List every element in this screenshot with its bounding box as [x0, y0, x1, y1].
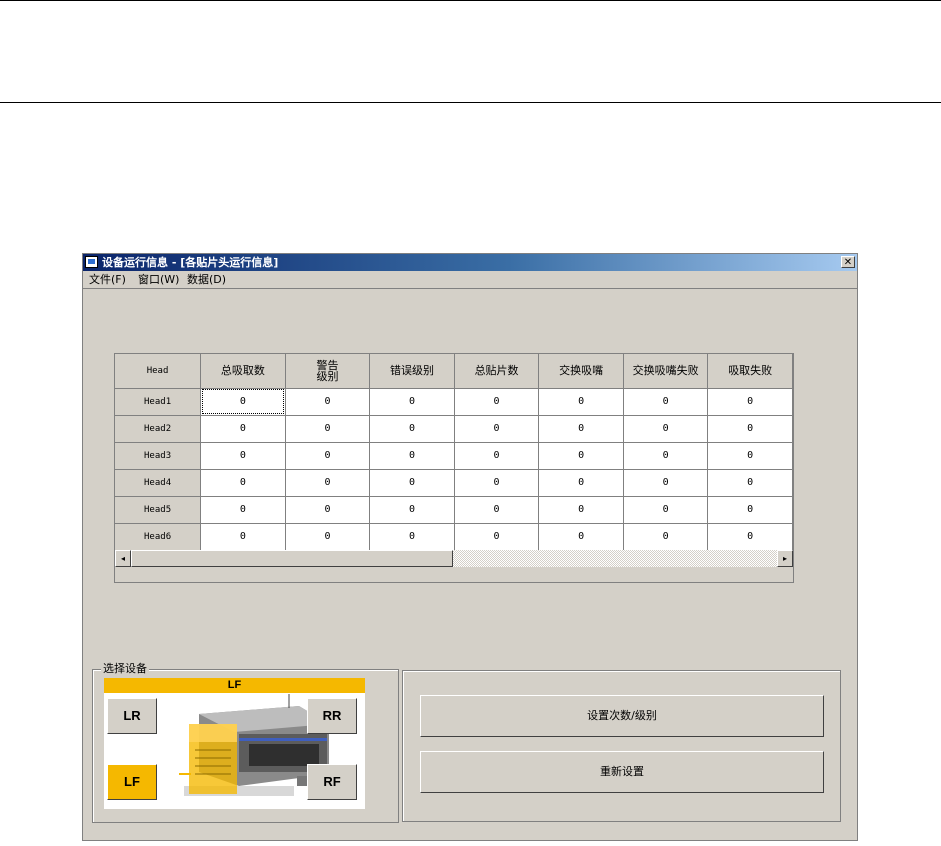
row-header-head1: Head1 — [115, 388, 202, 416]
row-header-head5: Head5 — [115, 496, 202, 524]
scroll-right-button[interactable]: ▸ — [777, 550, 793, 567]
table-cell[interactable]: 0 — [285, 388, 371, 416]
table-cell[interactable]: 0 — [285, 523, 371, 551]
table-cell[interactable]: 0 — [538, 523, 624, 551]
menu-file[interactable]: 文件(F) — [89, 271, 126, 288]
table-cell[interactable]: 0 — [200, 442, 286, 470]
title-bar[interactable]: 设备运行信息 - [各贴片头运行信息] ✕ — [83, 254, 857, 271]
table-row: Head5 0 0 0 0 0 0 0 — [115, 496, 793, 524]
device-select-panel: LF LR RR LF RF — [104, 678, 365, 809]
col-header-head: Head — [115, 354, 202, 389]
top-rule — [0, 0, 941, 1]
table-cell[interactable]: 0 — [623, 523, 709, 551]
table-cell[interactable]: 0 — [707, 442, 793, 470]
device-button-rr[interactable]: RR — [307, 698, 357, 734]
device-info-window: 设备运行信息 - [各贴片头运行信息] ✕ 文件(F) 窗口(W) 数据(D) … — [82, 253, 858, 841]
table-cell[interactable]: 0 — [538, 442, 624, 470]
table-cell[interactable]: 0 — [454, 496, 540, 524]
table-cell[interactable]: 0 — [285, 496, 371, 524]
window-title: 设备运行信息 - [各贴片头运行信息] — [102, 256, 279, 269]
row-header-head2: Head2 — [115, 415, 202, 443]
device-button-lf[interactable]: LF — [107, 764, 157, 800]
table-row: Head4 0 0 0 0 0 0 0 — [115, 469, 793, 497]
table-cell[interactable]: 0 — [538, 496, 624, 524]
table-cell[interactable]: 0 — [707, 523, 793, 551]
table-row: Head6 0 0 0 0 0 0 0 — [115, 523, 793, 551]
table-cell[interactable]: 0 — [369, 442, 455, 470]
table-cell[interactable]: 0 — [200, 415, 286, 443]
horizontal-scrollbar[interactable]: ◂ ▸ — [115, 550, 793, 567]
table-cell[interactable]: 0 — [707, 388, 793, 416]
table-cell[interactable]: 0 — [538, 388, 624, 416]
table-cell[interactable]: 0 — [623, 442, 709, 470]
table-cell[interactable]: 0 — [454, 388, 540, 416]
grid-header-row: Head 总吸取数 警告级别 错误级别 总贴片数 交换吸嘴 交换吸嘴失败 吸取失… — [115, 354, 793, 389]
table-cell[interactable]: 0 — [538, 469, 624, 497]
selected-device-banner: LF — [104, 678, 365, 693]
row-header-head4: Head4 — [115, 469, 202, 497]
col-header-error-level: 错误级别 — [369, 354, 455, 389]
table-cell[interactable]: 0 — [538, 415, 624, 443]
device-button-rf[interactable]: RF — [307, 764, 357, 800]
client-area: Head 总吸取数 警告级别 错误级别 总贴片数 交换吸嘴 交换吸嘴失败 吸取失… — [83, 288, 857, 840]
table-cell[interactable]: 0 — [707, 469, 793, 497]
table-cell[interactable]: 0 — [623, 415, 709, 443]
table-cell[interactable]: 0 — [369, 523, 455, 551]
table-cell[interactable]: 0 — [200, 388, 286, 416]
table-cell[interactable]: 0 — [707, 496, 793, 524]
table-cell[interactable]: 0 — [454, 442, 540, 470]
col-header-nozzle-change: 交换吸嘴 — [538, 354, 624, 389]
header-rule — [0, 102, 941, 103]
close-button[interactable]: ✕ — [841, 256, 855, 268]
table-cell[interactable]: 0 — [454, 523, 540, 551]
table-row: Head3 0 0 0 0 0 0 0 — [115, 442, 793, 470]
warning-level-label: 警告级别 — [316, 358, 339, 383]
table-cell[interactable]: 0 — [454, 469, 540, 497]
set-counts-levels-button[interactable]: 设置次数/级别 — [420, 695, 824, 737]
col-header-total-placement: 总贴片数 — [454, 354, 540, 389]
col-header-warning-level: 警告级别 — [285, 354, 371, 389]
col-header-pickup-fail: 吸取失败 — [707, 354, 793, 389]
table-cell[interactable]: 0 — [623, 388, 709, 416]
app-icon — [85, 256, 98, 268]
menu-data[interactable]: 数据(D) — [187, 271, 226, 288]
row-header-head3: Head3 — [115, 442, 202, 470]
row-header-head6: Head6 — [115, 523, 202, 551]
menu-bar: 文件(F) 窗口(W) 数据(D) — [83, 271, 857, 288]
table-cell[interactable]: 0 — [200, 469, 286, 497]
scroll-left-button[interactable]: ◂ — [115, 550, 131, 567]
col-header-total-pickup: 总吸取数 — [200, 354, 286, 389]
table-cell[interactable]: 0 — [623, 496, 709, 524]
table-cell[interactable]: 0 — [369, 469, 455, 497]
table-cell[interactable]: 0 — [200, 496, 286, 524]
table-cell[interactable]: 0 — [285, 469, 371, 497]
col-header-nozzle-change-fail: 交换吸嘴失败 — [623, 354, 709, 389]
actions-group: 设置次数/级别 重新设置 — [402, 670, 841, 822]
device-select-label: 选择设备 — [101, 662, 149, 676]
scroll-thumb[interactable] — [131, 550, 453, 567]
table-cell[interactable]: 0 — [454, 415, 540, 443]
table-row: Head1 0 0 0 0 0 0 0 — [115, 388, 793, 416]
table-cell[interactable]: 0 — [369, 388, 455, 416]
table-cell[interactable]: 0 — [707, 415, 793, 443]
head-info-grid: Head 总吸取数 警告级别 错误级别 总贴片数 交换吸嘴 交换吸嘴失败 吸取失… — [114, 353, 794, 583]
device-button-lr[interactable]: LR — [107, 698, 157, 734]
table-cell[interactable]: 0 — [369, 415, 455, 443]
menu-window[interactable]: 窗口(W) — [138, 271, 179, 288]
table-row: Head2 0 0 0 0 0 0 0 — [115, 415, 793, 443]
table-cell[interactable]: 0 — [285, 415, 371, 443]
table-cell[interactable]: 0 — [200, 523, 286, 551]
table-cell[interactable]: 0 — [285, 442, 371, 470]
table-cell[interactable]: 0 — [623, 469, 709, 497]
reset-settings-button[interactable]: 重新设置 — [420, 751, 824, 793]
table-cell[interactable]: 0 — [369, 496, 455, 524]
